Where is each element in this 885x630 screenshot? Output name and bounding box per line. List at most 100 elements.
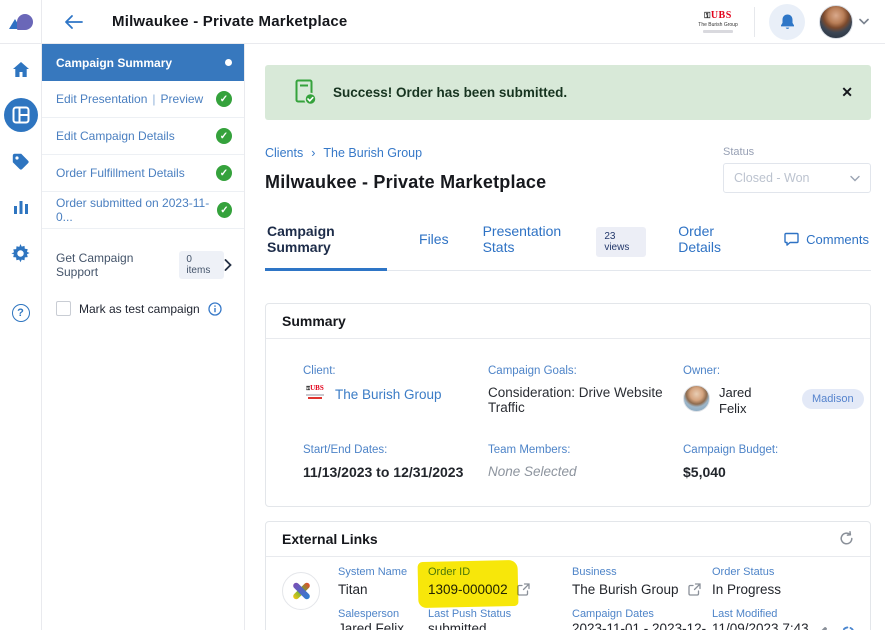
owner-avatar xyxy=(683,385,710,412)
external-links-title: External Links xyxy=(282,531,378,547)
breadcrumb-clients-link[interactable]: Clients xyxy=(265,146,303,160)
campaign-goals-field: Campaign Goals: Consideration: Drive Web… xyxy=(488,365,683,418)
external-link-icon[interactable] xyxy=(517,583,530,596)
success-banner: Success! Order has been submitted. ✕ xyxy=(265,65,871,120)
views-count-badge: 23 views xyxy=(596,227,646,257)
titan-system-logo xyxy=(282,572,320,610)
check-icon: ✓ xyxy=(216,165,232,181)
banner-close-button[interactable]: ✕ xyxy=(841,84,853,101)
user-avatar xyxy=(819,5,853,39)
home-nav-button[interactable] xyxy=(4,52,38,86)
bar-chart-icon xyxy=(12,199,30,215)
dashboard-icon xyxy=(12,106,30,124)
tab-files[interactable]: Files xyxy=(417,231,451,263)
test-campaign-checkbox[interactable] xyxy=(56,301,71,316)
check-icon: ✓ xyxy=(217,202,232,218)
tag-icon xyxy=(11,152,30,171)
sync-button[interactable] xyxy=(840,625,856,630)
order-id-value: 1309-000002 xyxy=(428,582,508,597)
order-success-icon xyxy=(295,79,317,106)
page-header-row: Clients › The Burish Group Milwaukee - P… xyxy=(265,146,871,193)
order-status-field: Order Status In Progress xyxy=(712,566,854,597)
owner-field: Owner: Jared Felix Madison xyxy=(683,365,885,418)
salesperson-field: Salesperson Jared Felix xyxy=(338,608,428,630)
sync-icon xyxy=(840,625,856,630)
ubs-keys-icon: ⚿ xyxy=(704,11,711,20)
tab-campaign-summary[interactable]: Campaign Summary xyxy=(265,223,387,271)
bell-icon xyxy=(779,13,796,31)
summary-card-title: Summary xyxy=(282,313,346,329)
test-campaign-row: Mark as test campaign xyxy=(42,301,244,316)
external-links-actions xyxy=(814,625,856,630)
check-icon: ✓ xyxy=(216,91,232,107)
reports-nav-button[interactable] xyxy=(4,190,38,224)
external-links-card: External Links System Name xyxy=(265,521,871,630)
sidebar-item-edit-presentation[interactable]: Edit Presentation | Preview ✓ xyxy=(42,81,244,118)
user-menu[interactable] xyxy=(819,5,869,39)
sidebar-item-campaign-summary[interactable]: Campaign Summary xyxy=(42,44,244,81)
app-window: Milwaukee - Private Marketplace ⚿UBS The… xyxy=(0,0,885,630)
external-link-icon[interactable] xyxy=(688,583,701,596)
chevron-down-icon xyxy=(850,175,860,182)
client-logo: ⚿UBS xyxy=(303,385,327,403)
budget-field: Campaign Budget: $5,040 xyxy=(683,444,885,480)
tab-bar: Campaign Summary Files Presentation Stat… xyxy=(265,223,871,271)
breadcrumb-client-link[interactable]: The Burish Group xyxy=(323,146,422,160)
order-id-field: Order ID 1309-000002 xyxy=(428,566,572,597)
products-nav-button[interactable] xyxy=(4,144,38,178)
status-block: Status Closed - Won xyxy=(723,146,871,193)
status-dropdown[interactable]: Closed - Won xyxy=(723,163,871,193)
gear-icon xyxy=(11,244,30,263)
pencil-icon xyxy=(814,626,828,630)
campaigns-nav-button[interactable] xyxy=(4,98,38,132)
summary-card: Summary Client: ⚿UBS The Burish Group xyxy=(265,303,871,507)
owner-name: Jared Felix xyxy=(719,385,767,418)
chevron-down-icon xyxy=(859,18,869,25)
system-name-field: System Name Titan xyxy=(338,566,428,597)
tab-comments[interactable]: Comments xyxy=(782,232,871,263)
back-button[interactable] xyxy=(64,14,84,30)
arrow-left-icon xyxy=(64,14,84,30)
campaign-sidebar: Campaign Summary Edit Presentation | Pre… xyxy=(42,44,245,630)
sidebar-item-order-fulfillment[interactable]: Order Fulfillment Details ✓ xyxy=(42,155,244,192)
get-campaign-support-button[interactable]: Get Campaign Support 0 items xyxy=(42,251,244,279)
team-members-field: Team Members: None Selected xyxy=(488,444,683,480)
comment-icon xyxy=(784,232,799,246)
topbar-actions: ⚿UBS The Burish Group xyxy=(696,4,885,40)
refresh-icon xyxy=(839,531,854,546)
app-logo-icon xyxy=(9,14,33,30)
icon-rail: ? xyxy=(0,44,42,630)
support-items-badge: 0 items xyxy=(179,251,224,279)
app-logo[interactable] xyxy=(0,0,42,44)
settings-nav-button[interactable] xyxy=(4,236,38,270)
help-icon: ? xyxy=(12,304,30,322)
info-icon[interactable] xyxy=(208,302,222,316)
client-field: Client: ⚿UBS The Burish Group xyxy=(303,365,488,418)
home-icon xyxy=(12,61,30,78)
breadcrumb-separator: › xyxy=(311,146,315,160)
campaign-dates-field: Campaign Dates 2023-11-01 - 2023-12-31 xyxy=(572,608,712,630)
status-label: Status xyxy=(723,146,871,158)
page-title: Milwaukee - Private Marketplace xyxy=(265,172,546,193)
notifications-button[interactable] xyxy=(769,4,805,40)
banner-message: Success! Order has been submitted. xyxy=(333,85,567,100)
tab-order-details[interactable]: Order Details xyxy=(676,223,752,271)
client-brand-logo: ⚿UBS The Burish Group xyxy=(696,5,740,39)
dates-field: Start/End Dates: 11/13/2023 to 12/31/202… xyxy=(303,444,488,480)
edit-external-link-button[interactable] xyxy=(814,626,828,630)
window-title: Milwaukee - Private Marketplace xyxy=(112,13,347,30)
sidebar-item-order-submitted[interactable]: Order submitted on 2023-11-0... ✓ xyxy=(42,192,244,229)
owner-location-badge: Madison xyxy=(802,389,864,409)
sidebar-item-edit-campaign-details[interactable]: Edit Campaign Details ✓ xyxy=(42,118,244,155)
refresh-button[interactable] xyxy=(839,531,854,546)
help-nav-button[interactable]: ? xyxy=(4,296,38,330)
client-link[interactable]: The Burish Group xyxy=(335,387,442,402)
preview-link[interactable]: Preview xyxy=(161,92,204,106)
edit-presentation-link[interactable]: Edit Presentation xyxy=(56,92,147,106)
check-icon: ✓ xyxy=(216,128,232,144)
main-content: Success! Order has been submitted. ✕ Cli… xyxy=(245,44,885,630)
breadcrumb: Clients › The Burish Group xyxy=(265,146,546,160)
tab-presentation-stats[interactable]: Presentation Stats xyxy=(481,223,585,271)
chevron-right-icon xyxy=(224,259,232,271)
active-indicator-dot xyxy=(225,59,232,66)
